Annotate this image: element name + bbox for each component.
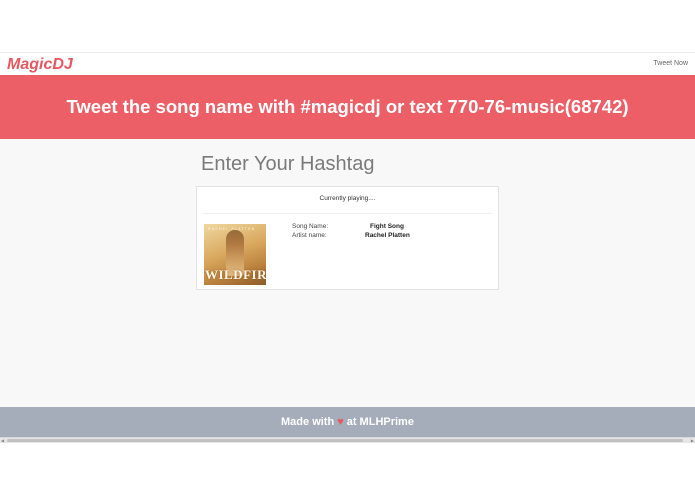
scrollbar-thumb[interactable] <box>7 439 683 442</box>
album-art-image: RACHEL PLATTEN WILDFIRE <box>204 224 266 285</box>
navbar: MagicDJ Tweet Now <box>0 52 695 75</box>
hashtag-heading: Enter Your Hashtag <box>201 153 375 175</box>
album-art-artist-text: RACHEL PLATTEN <box>208 227 256 231</box>
footer: Made with ♥ at MLHPrime <box>0 407 695 437</box>
heart-icon: ♥ <box>337 416 344 428</box>
song-name-value: Fight Song <box>370 223 404 230</box>
page: MagicDJ Tweet Now Tweet the song name wi… <box>0 0 695 494</box>
brand-logo[interactable]: MagicDJ <box>7 55 73 75</box>
scroll-left-arrow-icon[interactable]: ◀ <box>1 438 4 443</box>
banner-text: Tweet the song name with #magicdj or tex… <box>66 96 629 117</box>
song-name-label: Song Name: <box>292 223 329 230</box>
now-playing-status: Currently playing.... <box>319 195 376 202</box>
horizontal-scrollbar[interactable]: ◀ ▶ <box>0 437 695 443</box>
now-playing-card: Currently playing.... RACHEL PLATTEN WIL… <box>196 186 499 290</box>
main-content: Enter Your Hashtag Currently playing....… <box>0 139 695 407</box>
card-divider <box>203 213 492 214</box>
tweet-now-link[interactable]: Tweet Now <box>653 59 688 69</box>
album-art-title-text: WILDFIRE <box>205 267 266 282</box>
artist-name-value: Rachel Platten <box>365 232 410 239</box>
instruction-banner: Tweet the song name with #magicdj or tex… <box>0 75 695 139</box>
artist-name-label: Artist name: <box>292 232 327 239</box>
footer-suffix: at MLHPrime <box>346 416 414 428</box>
footer-prefix: Made with <box>281 416 335 428</box>
scroll-right-arrow-icon[interactable]: ▶ <box>691 438 694 443</box>
